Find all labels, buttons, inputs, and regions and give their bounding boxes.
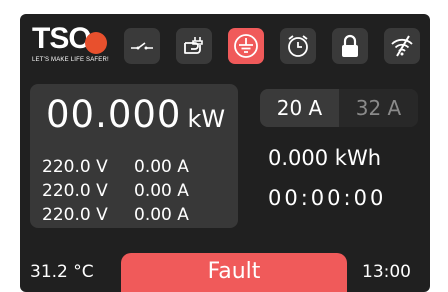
ground-icon [233,33,259,59]
current-limit-selector: 20 A 32 A [260,89,418,127]
wifi-button[interactable] [384,28,420,64]
phase-voltage: 220.0 V [42,181,108,201]
phase-row: 220.0 V 0.00 A [42,205,189,225]
current-option-32a[interactable]: 32 A [339,89,418,127]
current-option-20a[interactable]: 20 A [260,89,339,127]
phase-row: 220.0 V 0.00 A [42,181,189,201]
power-value: 00.000 [46,93,182,136]
power-unit: kW [187,105,226,133]
phase-current: 0.00 A [134,181,189,201]
switch-icon [130,39,154,53]
alarm-clock-icon [285,33,311,59]
logo-wordmark: TSO [32,22,92,55]
lock-icon [339,34,361,58]
phase-voltage: 220.0 V [42,205,108,225]
brand-logo: TSO LET'S MAKE LIFE SAFER! [32,24,114,68]
power-readout: 00.000 kW [46,93,225,136]
measurement-panel: 00.000 kW 220.0 V 0.00 A 220.0 V 0.00 A 220… [30,84,238,228]
charger-screen: TSO LET'S MAKE LIFE SAFER! 00.000 kW 220… [20,14,430,292]
timer-button[interactable] [280,28,316,64]
no-wifi-icon [389,34,415,58]
phase-row: 220.0 V 0.00 A [42,157,189,177]
plug-button[interactable] [176,28,212,64]
phase-voltage: 220.0 V [42,157,108,177]
ground-button[interactable] [228,28,264,64]
temperature-readout: 31.2 °C [30,262,94,282]
globe-icon [85,32,107,54]
session-timer: 00:00:00 [268,186,387,210]
logo-tagline: LET'S MAKE LIFE SAFER! [32,57,109,63]
energy-readout: 0.000 kWh [268,146,382,170]
switch-button[interactable] [124,28,160,64]
phase-current: 0.00 A [134,205,189,225]
hand-plug-icon [181,33,207,59]
phase-current: 0.00 A [134,157,189,177]
lock-button[interactable] [332,28,368,64]
clock: 13:00 [362,262,411,282]
status-banner: Fault [121,253,347,292]
